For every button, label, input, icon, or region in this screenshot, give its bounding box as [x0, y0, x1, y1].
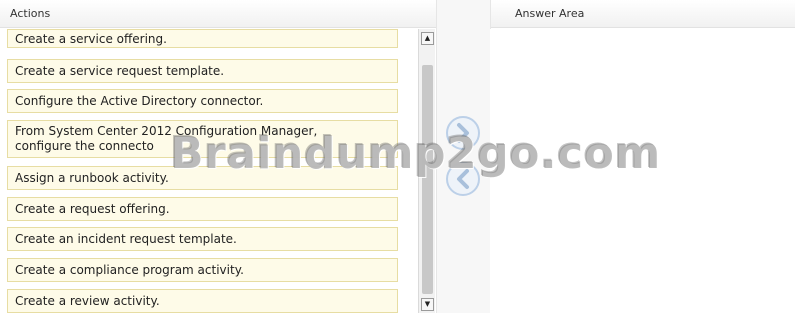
scroll-up-arrow-icon[interactable]: ▲	[421, 32, 434, 45]
action-item-configure-connector[interactable]: From System Center 2012 Configuration Ma…	[7, 120, 398, 158]
answer-area[interactable]	[490, 29, 795, 313]
move-right-button[interactable]	[444, 114, 482, 152]
action-item-create-request-offering[interactable]: Create a request offering.	[7, 197, 398, 221]
actions-scrollbar[interactable]: ▲ ▼	[418, 29, 435, 313]
action-item-create-compliance-program-activity[interactable]: Create a compliance program activity.	[7, 258, 398, 282]
action-item-assign-runbook-activity[interactable]: Assign a runbook activity.	[7, 166, 398, 190]
action-item-line-2: configure the connecto	[15, 139, 154, 153]
move-buttons-gutter	[436, 0, 491, 313]
move-left-button[interactable]	[444, 160, 482, 198]
action-item-create-review-activity[interactable]: Create a review activity.	[7, 289, 398, 313]
scroll-down-arrow-icon[interactable]: ▼	[421, 298, 434, 311]
action-item-create-service-request-template[interactable]: Create a service request template.	[7, 59, 398, 83]
action-item-configure-ad-connector[interactable]: Configure the Active Directory connector…	[7, 89, 398, 113]
scroll-thumb[interactable]	[422, 65, 433, 294]
action-item-create-service-offering[interactable]: Create a service offering.	[7, 29, 398, 48]
move-left-button-circle	[446, 162, 480, 196]
move-right-button-circle	[446, 116, 480, 150]
actions-list: Create a service offering. Create a serv…	[0, 29, 415, 313]
action-item-line-1: From System Center 2012 Configuration Ma…	[15, 124, 318, 138]
action-item-create-incident-request-template[interactable]: Create an incident request template.	[7, 227, 398, 251]
answer-area-header: Answer Area	[489, 0, 795, 28]
actions-header: Actions	[0, 0, 437, 28]
